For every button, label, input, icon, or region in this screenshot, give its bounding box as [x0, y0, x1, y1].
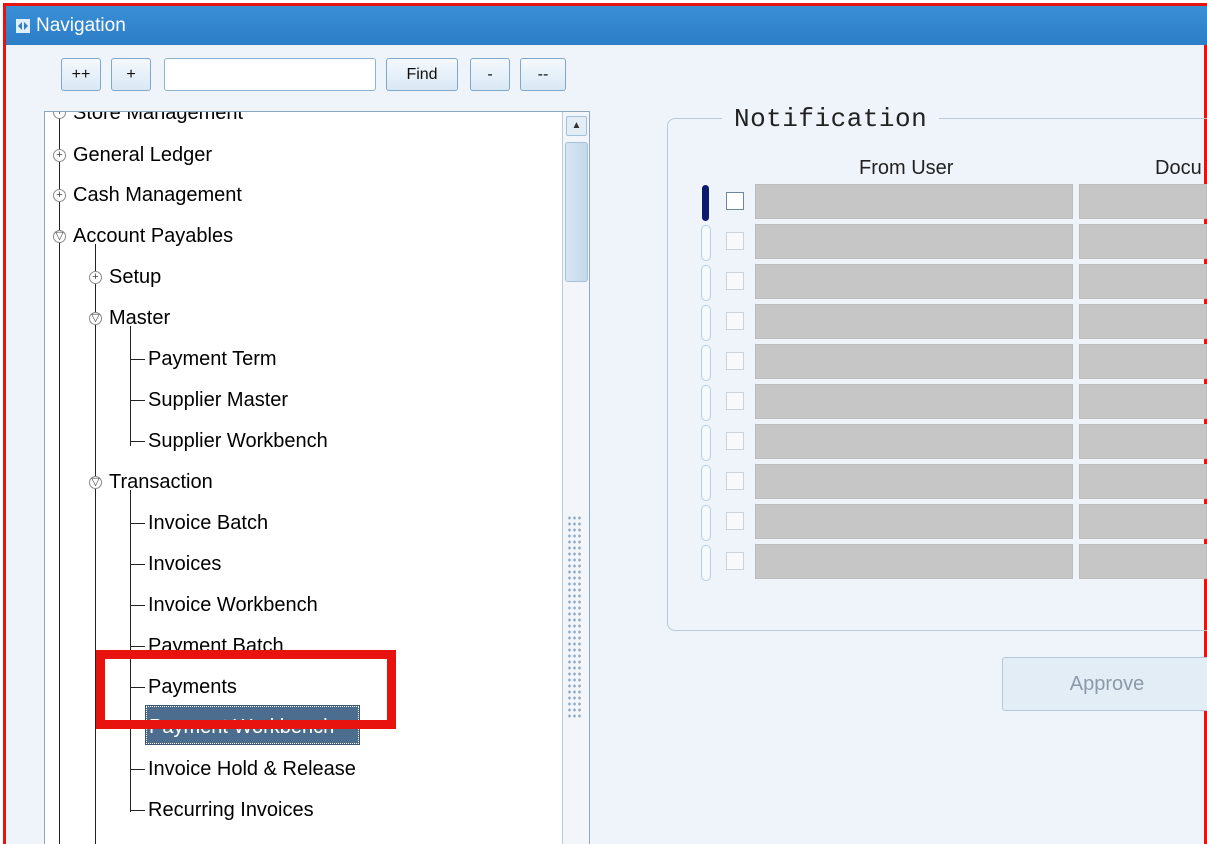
collapse-all-button[interactable]: --	[520, 58, 566, 91]
collapse-icon[interactable]: ▽	[89, 312, 102, 325]
column-header-document: Docu	[1155, 157, 1202, 179]
from-user-cell[interactable]	[755, 384, 1073, 419]
row-indicator[interactable]	[701, 385, 711, 421]
from-user-cell[interactable]	[755, 544, 1073, 579]
collapse-icon[interactable]: ▽	[89, 476, 102, 489]
expand-icon[interactable]: +	[53, 112, 66, 119]
column-header-from-user: From User	[859, 157, 954, 179]
document-cell[interactable]	[1079, 184, 1207, 219]
window-title: Navigation	[36, 15, 126, 36]
row-indicator[interactable]	[701, 505, 711, 541]
document-cell[interactable]	[1079, 424, 1207, 459]
notification-title: Notification	[722, 104, 940, 134]
from-user-cell[interactable]	[755, 424, 1073, 459]
from-user-cell[interactable]	[755, 184, 1073, 219]
tree-line	[59, 112, 60, 844]
row-checkbox[interactable]	[726, 392, 744, 410]
from-user-cell[interactable]	[755, 464, 1073, 499]
document-cell[interactable]	[1079, 264, 1207, 299]
expand-icon[interactable]: +	[89, 271, 102, 284]
tree-item-general-ledger[interactable]: General Ledger	[73, 142, 212, 168]
document-cell[interactable]	[1079, 544, 1207, 579]
from-user-cell[interactable]	[755, 224, 1073, 259]
row-checkbox[interactable]	[726, 192, 744, 210]
collapse-button[interactable]: -	[470, 58, 510, 91]
document-cell[interactable]	[1079, 464, 1207, 499]
collapse-icon[interactable]: ▽	[53, 230, 66, 243]
row-checkbox[interactable]	[726, 312, 744, 330]
row-indicator[interactable]	[702, 185, 709, 221]
navigator-icon	[16, 19, 30, 33]
row-indicator[interactable]	[701, 545, 711, 581]
row-checkbox[interactable]	[726, 272, 744, 290]
expand-all-button[interactable]: ++	[61, 58, 101, 91]
row-indicator[interactable]	[701, 265, 711, 301]
find-button[interactable]: Find	[386, 58, 458, 91]
row-checkbox[interactable]	[726, 552, 744, 570]
document-cell[interactable]	[1079, 384, 1207, 419]
row-indicator[interactable]	[701, 305, 711, 341]
tree-item-recurring-invoices[interactable]: Recurring Invoices	[148, 797, 314, 823]
tree-item-setup[interactable]: Setup	[109, 264, 161, 290]
row-indicator[interactable]	[701, 465, 711, 501]
tree-scrollbar[interactable]: ▲	[562, 112, 589, 844]
row-checkbox[interactable]	[726, 352, 744, 370]
highlight-annotation	[96, 650, 396, 729]
tree-item-invoice-workbench[interactable]: Invoice Workbench	[148, 592, 318, 618]
from-user-cell[interactable]	[755, 264, 1073, 299]
tree-line	[95, 244, 96, 844]
from-user-cell[interactable]	[755, 344, 1073, 379]
search-input[interactable]	[164, 58, 376, 91]
tree-item-supplier-workbench[interactable]: Supplier Workbench	[148, 428, 328, 454]
document-cell[interactable]	[1079, 224, 1207, 259]
expand-icon[interactable]: +	[53, 149, 66, 162]
expand-icon[interactable]: +	[53, 189, 66, 202]
tree-item-invoice-batch[interactable]: Invoice Batch	[148, 510, 268, 536]
tree-line	[130, 326, 131, 446]
scroll-thumb[interactable]	[565, 142, 588, 282]
tree-item-transaction[interactable]: Transaction	[109, 469, 213, 495]
approve-button[interactable]: Approve	[1002, 657, 1207, 711]
expand-button[interactable]: +	[111, 58, 151, 91]
row-indicator[interactable]	[701, 225, 711, 261]
row-indicator[interactable]	[701, 345, 711, 381]
row-checkbox[interactable]	[726, 472, 744, 490]
scroll-up-arrow-icon[interactable]: ▲	[566, 116, 587, 136]
from-user-cell[interactable]	[755, 504, 1073, 539]
tree-item-store-management[interactable]: Store Management	[73, 112, 243, 126]
tree-item-invoice-hold-release[interactable]: Invoice Hold & Release	[148, 756, 356, 782]
row-checkbox[interactable]	[726, 432, 744, 450]
document-cell[interactable]	[1079, 504, 1207, 539]
window-titlebar: Navigation	[6, 6, 1207, 45]
tree-item-master[interactable]: Master	[109, 305, 170, 331]
row-indicator[interactable]	[701, 425, 711, 461]
row-checkbox[interactable]	[726, 512, 744, 530]
row-checkbox[interactable]	[726, 232, 744, 250]
document-cell[interactable]	[1079, 344, 1207, 379]
tree-item-payment-term[interactable]: Payment Term	[148, 346, 277, 372]
resize-grip[interactable]	[567, 515, 583, 720]
document-cell[interactable]	[1079, 304, 1207, 339]
tree-item-cash-management[interactable]: Cash Management	[73, 182, 242, 208]
tree-item-supplier-master[interactable]: Supplier Master	[148, 387, 288, 413]
tree-item-account-payables[interactable]: Account Payables	[73, 223, 233, 249]
from-user-cell[interactable]	[755, 304, 1073, 339]
tree-item-invoices[interactable]: Invoices	[148, 551, 221, 577]
